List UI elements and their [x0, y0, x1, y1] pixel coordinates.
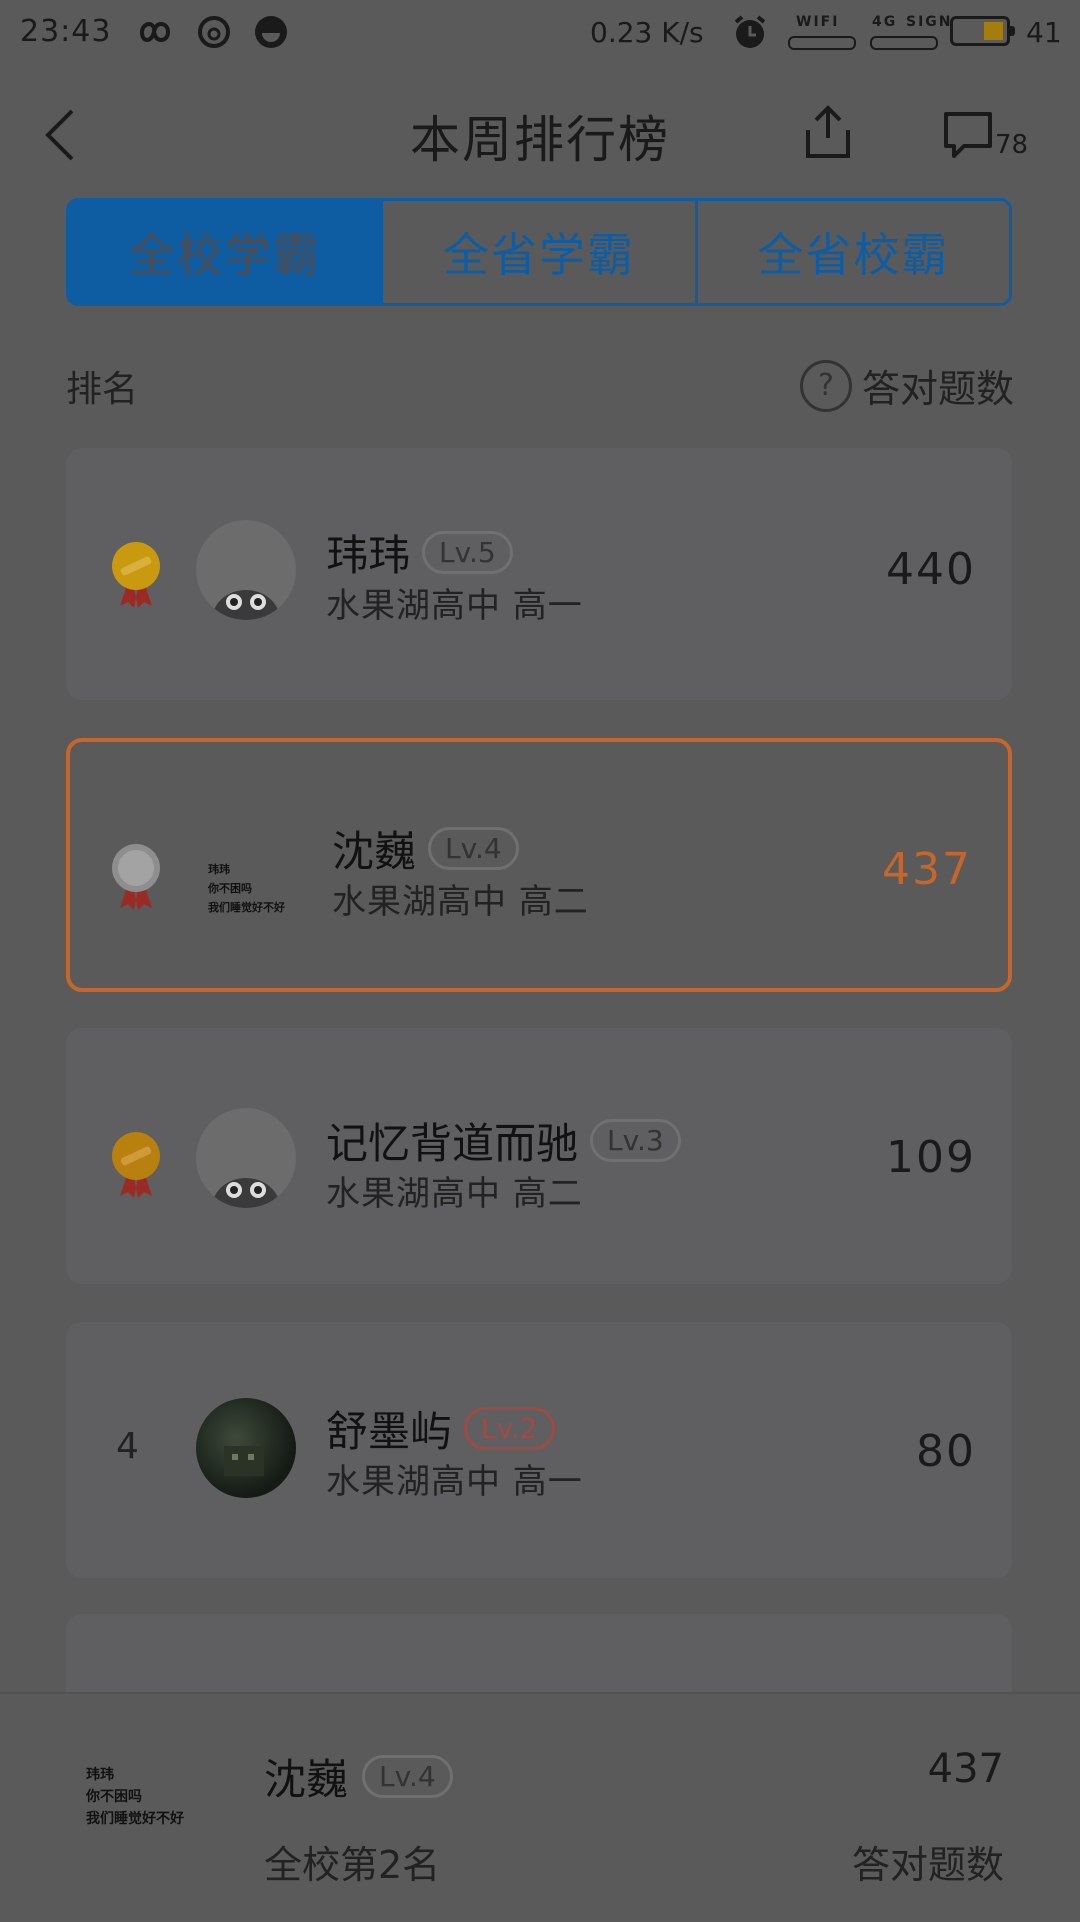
avatar: 玮玮 你不困吗 我们睡觉好不好 — [208, 838, 318, 938]
score: 437 — [882, 844, 972, 895]
my-name-line: 沈巍 Lv.4 — [264, 1746, 453, 1807]
signal-label: SIGN — [906, 14, 953, 30]
avatar-text-line: 你不困吗 — [208, 881, 252, 895]
avatar-text-line: 我们睡觉好不好 — [86, 1811, 184, 1827]
my-name: 沈巍 — [264, 1755, 349, 1804]
avatar — [196, 1398, 296, 1498]
battery-percent: 41 — [1026, 16, 1062, 49]
tab-province-top[interactable]: 全省学霸 — [380, 201, 694, 303]
level-badge: Lv.2 — [464, 1407, 555, 1450]
comment-button[interactable] — [940, 108, 996, 164]
screen: 23:43 0.23 K/s WIFI 4G SIGN 41 本周排行榜 78 … — [0, 0, 1080, 1922]
name-line: 沈巍 Lv.4 — [332, 818, 519, 879]
signal-icon — [870, 36, 938, 50]
score: 109 — [886, 1132, 976, 1183]
score: 440 — [886, 544, 976, 595]
avatar-text-line: 玮玮 — [208, 862, 230, 876]
list-item[interactable]: 记忆背道而驰 Lv.3 水果湖高中 高二 109 — [66, 1028, 1012, 1284]
help-icon[interactable]: ? — [799, 359, 852, 412]
infinity-icon — [130, 12, 178, 52]
column-score-header: ? 答对题数 — [799, 358, 1014, 413]
net-type-label: 4G — [872, 14, 898, 30]
school-info: 水果湖高中 高二 — [332, 882, 589, 922]
avatar — [196, 520, 296, 620]
wifi-label: WIFI — [796, 14, 840, 30]
comment-icon — [944, 112, 992, 158]
name-line: 玮玮 Lv.5 — [326, 522, 513, 583]
share-button[interactable] — [800, 102, 856, 162]
bronze-medal-icon — [112, 1132, 160, 1198]
level-badge: Lv.4 — [428, 827, 519, 870]
user-name: 沈巍 — [332, 827, 417, 876]
avatar — [196, 1108, 296, 1208]
share-icon — [806, 105, 850, 158]
my-avatar: 玮玮 你不困吗 我们睡觉好不好 — [86, 1764, 206, 1830]
my-score-label: 答对题数 — [851, 1843, 1004, 1887]
list-item-current-user[interactable]: 玮玮 你不困吗 我们睡觉好不好 沈巍 Lv.4 水果湖高中 高二 437 — [66, 738, 1012, 992]
avatar-text-line: 我们睡觉好不好 — [208, 900, 285, 914]
list-item[interactable]: 玮玮 Lv.5 水果湖高中 高一 440 — [66, 448, 1012, 700]
silver-medal-icon — [112, 844, 160, 910]
alarm-icon — [730, 12, 770, 52]
comment-count: 78 — [995, 130, 1029, 160]
music-app-icon — [196, 12, 232, 52]
column-rank-label: 排名 — [66, 369, 139, 410]
avatar-text-line: 你不困吗 — [86, 1789, 142, 1805]
page-title: 本周排行榜 — [410, 111, 670, 169]
my-rank-panel: 玮玮 你不困吗 我们睡觉好不好 沈巍 Lv.4 全校第2名 437 答对题数 — [0, 1692, 1080, 1922]
app-notification-icon — [252, 12, 290, 52]
user-name: 记忆背道而驰 — [326, 1119, 579, 1168]
battery-icon — [950, 16, 1015, 46]
level-badge: Lv.3 — [590, 1119, 681, 1162]
my-score: 437 — [927, 1746, 1004, 1792]
school-info: 水果湖高中 高二 — [326, 1174, 583, 1214]
avatar-text-line: 玮玮 — [86, 1767, 114, 1783]
net-speed: 0.23 K/s — [590, 16, 704, 49]
level-badge: Lv.5 — [422, 531, 513, 574]
status-time: 23:43 — [20, 14, 112, 49]
status-bar: 23:43 0.23 K/s WIFI 4G SIGN 41 — [0, 0, 1080, 70]
column-score-label: 答对题数 — [861, 367, 1014, 411]
rank-number: 4 — [116, 1426, 139, 1467]
my-level-badge: Lv.4 — [362, 1755, 453, 1798]
battery-level — [984, 22, 1003, 40]
gold-medal-icon — [112, 542, 160, 608]
tab-school-top[interactable]: 全校学霸 — [69, 201, 381, 303]
school-info: 水果湖高中 高一 — [326, 1462, 583, 1502]
name-line: 舒墨屿 Lv.2 — [326, 1398, 555, 1459]
tab-province-school[interactable]: 全省校霸 — [694, 201, 1009, 303]
user-name: 玮玮 — [326, 531, 411, 580]
user-name: 舒墨屿 — [326, 1407, 453, 1456]
wifi-icon — [788, 36, 856, 50]
top-bar: 本周排行榜 78 — [0, 80, 1080, 190]
list-item[interactable]: 4 舒墨屿 Lv.2 水果湖高中 高一 80 — [66, 1322, 1012, 1578]
my-rank-text: 全校第2名 — [264, 1843, 441, 1887]
score: 80 — [916, 1426, 976, 1477]
name-line: 记忆背道而驰 Lv.3 — [326, 1110, 681, 1171]
ranking-tabs: 全校学霸 全省学霸 全省校霸 — [66, 198, 1012, 306]
school-info: 水果湖高中 高一 — [326, 586, 583, 626]
